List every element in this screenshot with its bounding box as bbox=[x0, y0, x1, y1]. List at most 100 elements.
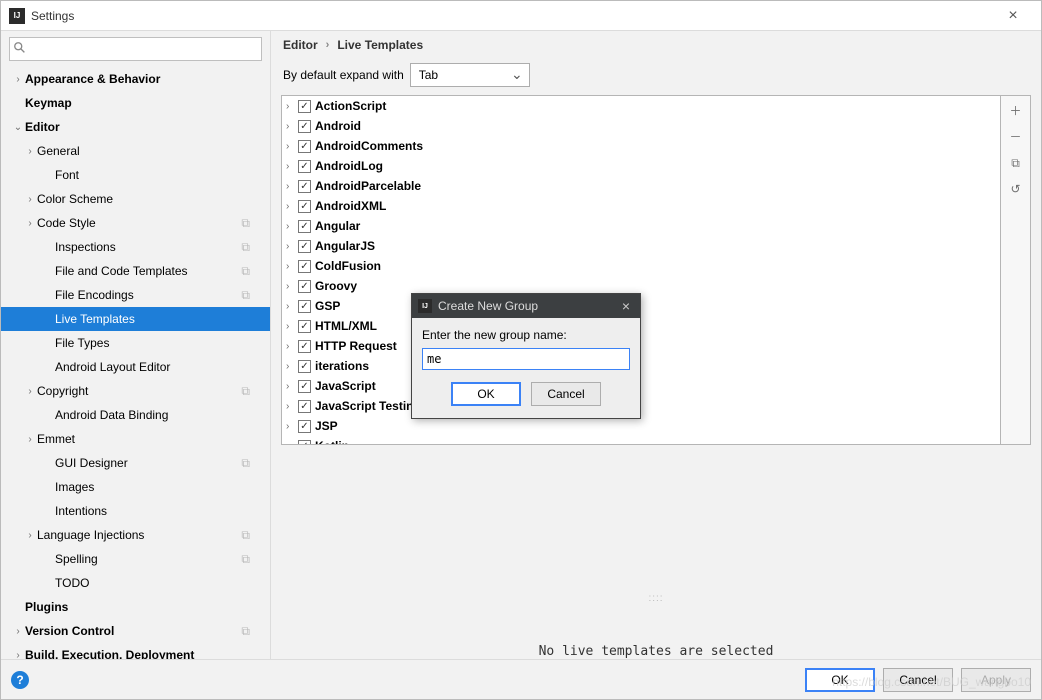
sidebar-item-label: Android Data Binding bbox=[55, 408, 168, 422]
template-group-angularjs[interactable]: ›AngularJS bbox=[282, 236, 1000, 256]
resize-grip[interactable]: :::: bbox=[271, 593, 1041, 604]
group-checkbox[interactable] bbox=[298, 280, 311, 293]
remove-button[interactable]: － bbox=[1007, 128, 1025, 146]
group-checkbox[interactable] bbox=[298, 300, 311, 313]
revert-button[interactable]: ↺ bbox=[1007, 180, 1025, 198]
expand-with-select[interactable]: Tab bbox=[410, 63, 530, 87]
template-group-javascript[interactable]: ›JavaScript bbox=[282, 376, 1000, 396]
group-checkbox[interactable] bbox=[298, 360, 311, 373]
sidebar-item-keymap[interactable]: Keymap bbox=[1, 91, 270, 115]
group-checkbox[interactable] bbox=[298, 440, 311, 446]
group-label: Angular bbox=[315, 219, 360, 233]
template-group-androidxml[interactable]: ›AndroidXML bbox=[282, 196, 1000, 216]
chevron-right-icon: › bbox=[286, 341, 298, 352]
template-group-iterations[interactable]: ›iterations bbox=[282, 356, 1000, 376]
sidebar-item-inspections[interactable]: Inspections⧉ bbox=[1, 235, 270, 259]
sidebar-item-android-data-binding[interactable]: Android Data Binding bbox=[1, 403, 270, 427]
group-checkbox[interactable] bbox=[298, 100, 311, 113]
create-group-dialog: IJ Create New Group × Enter the new grou… bbox=[411, 293, 641, 419]
group-checkbox[interactable] bbox=[298, 400, 311, 413]
breadcrumb-leaf: Live Templates bbox=[337, 38, 423, 52]
template-group-jsp[interactable]: ›JSP bbox=[282, 416, 1000, 436]
close-icon[interactable]: × bbox=[618, 298, 634, 314]
sidebar-item-plugins[interactable]: Plugins bbox=[1, 595, 270, 619]
project-scope-icon: ⧉ bbox=[241, 264, 250, 279]
template-group-angular[interactable]: ›Angular bbox=[282, 216, 1000, 236]
group-checkbox[interactable] bbox=[298, 200, 311, 213]
search-input[interactable] bbox=[9, 37, 262, 61]
chevron-right-icon: › bbox=[286, 101, 298, 112]
settings-tree[interactable]: ›Appearance & BehaviorKeymap⌄Editor›Gene… bbox=[1, 67, 270, 659]
template-group-html-xml[interactable]: ›HTML/XML bbox=[282, 316, 1000, 336]
group-checkbox[interactable] bbox=[298, 320, 311, 333]
sidebar-item-emmet[interactable]: ›Emmet bbox=[1, 427, 270, 451]
sidebar-item-build-execution-deployment[interactable]: ›Build, Execution, Deployment bbox=[1, 643, 270, 659]
group-name-input[interactable] bbox=[422, 348, 630, 370]
sidebar-item-spelling[interactable]: Spelling⧉ bbox=[1, 547, 270, 571]
sidebar-item-font[interactable]: Font bbox=[1, 163, 270, 187]
group-checkbox[interactable] bbox=[298, 180, 311, 193]
template-group-androidlog[interactable]: ›AndroidLog bbox=[282, 156, 1000, 176]
template-group-kotlin[interactable]: ›Kotlin bbox=[282, 436, 1000, 445]
template-group-http-request[interactable]: ›HTTP Request bbox=[282, 336, 1000, 356]
group-label: Android bbox=[315, 119, 361, 133]
template-tree[interactable]: ›ActionScript›Android›AndroidComments›An… bbox=[281, 95, 1001, 445]
help-button[interactable]: ? bbox=[11, 671, 29, 689]
template-group-android[interactable]: ›Android bbox=[282, 116, 1000, 136]
sidebar-item-editor[interactable]: ⌄Editor bbox=[1, 115, 270, 139]
dialog-cancel-button[interactable]: Cancel bbox=[531, 382, 601, 406]
sidebar-item-copyright[interactable]: ›Copyright⧉ bbox=[1, 379, 270, 403]
sidebar-item-live-templates[interactable]: Live Templates bbox=[1, 307, 270, 331]
group-checkbox[interactable] bbox=[298, 260, 311, 273]
sidebar-item-file-encodings[interactable]: File Encodings⧉ bbox=[1, 283, 270, 307]
sidebar-item-language-injections[interactable]: ›Language Injections⧉ bbox=[1, 523, 270, 547]
group-checkbox[interactable] bbox=[298, 220, 311, 233]
close-icon[interactable]: × bbox=[993, 7, 1033, 25]
dialog-ok-button[interactable]: OK bbox=[451, 382, 521, 406]
apply-button[interactable]: Apply bbox=[961, 668, 1031, 692]
sidebar-item-code-style[interactable]: ›Code Style⧉ bbox=[1, 211, 270, 235]
group-checkbox[interactable] bbox=[298, 120, 311, 133]
template-group-actionscript[interactable]: ›ActionScript bbox=[282, 96, 1000, 116]
sidebar-item-file-types[interactable]: File Types bbox=[1, 331, 270, 355]
dialog-titlebar[interactable]: IJ Create New Group × bbox=[412, 294, 640, 318]
add-button[interactable]: ＋ bbox=[1007, 102, 1025, 120]
sidebar-item-file-and-code-templates[interactable]: File and Code Templates⧉ bbox=[1, 259, 270, 283]
group-label: AndroidLog bbox=[315, 159, 383, 173]
chevron-right-icon: › bbox=[326, 39, 330, 51]
ok-button[interactable]: OK bbox=[805, 668, 875, 692]
template-group-groovy[interactable]: ›Groovy bbox=[282, 276, 1000, 296]
template-group-javascript-testing[interactable]: ›JavaScript Testing bbox=[282, 396, 1000, 416]
sidebar-item-android-layout-editor[interactable]: Android Layout Editor bbox=[1, 355, 270, 379]
chevron-right-icon: › bbox=[23, 530, 37, 541]
template-group-androidparcelable[interactable]: ›AndroidParcelable bbox=[282, 176, 1000, 196]
copy-button[interactable]: ⧉ bbox=[1007, 154, 1025, 172]
template-group-coldfusion[interactable]: ›ColdFusion bbox=[282, 256, 1000, 276]
chevron-right-icon: › bbox=[286, 361, 298, 372]
group-checkbox[interactable] bbox=[298, 340, 311, 353]
group-checkbox[interactable] bbox=[298, 420, 311, 433]
sidebar-item-label: Copyright bbox=[37, 384, 88, 398]
group-checkbox[interactable] bbox=[298, 380, 311, 393]
breadcrumb-root: Editor bbox=[283, 38, 318, 52]
cancel-button[interactable]: Cancel bbox=[883, 668, 953, 692]
sidebar-item-label: Appearance & Behavior bbox=[25, 72, 160, 86]
sidebar-item-label: File Encodings bbox=[55, 288, 134, 302]
sidebar-item-label: Language Injections bbox=[37, 528, 144, 542]
sidebar-item-images[interactable]: Images bbox=[1, 475, 270, 499]
sidebar-item-general[interactable]: ›General bbox=[1, 139, 270, 163]
group-checkbox[interactable] bbox=[298, 140, 311, 153]
group-checkbox[interactable] bbox=[298, 240, 311, 253]
template-group-androidcomments[interactable]: ›AndroidComments bbox=[282, 136, 1000, 156]
template-group-gsp[interactable]: ›GSP bbox=[282, 296, 1000, 316]
sidebar-item-todo[interactable]: TODO bbox=[1, 571, 270, 595]
group-checkbox[interactable] bbox=[298, 160, 311, 173]
chevron-right-icon: › bbox=[23, 146, 37, 157]
sidebar-item-gui-designer[interactable]: GUI Designer⧉ bbox=[1, 451, 270, 475]
sidebar-item-intentions[interactable]: Intentions bbox=[1, 499, 270, 523]
project-scope-icon: ⧉ bbox=[241, 456, 250, 471]
project-scope-icon: ⧉ bbox=[241, 240, 250, 255]
sidebar-item-appearance-behavior[interactable]: ›Appearance & Behavior bbox=[1, 67, 270, 91]
sidebar-item-color-scheme[interactable]: ›Color Scheme bbox=[1, 187, 270, 211]
sidebar-item-version-control[interactable]: ›Version Control⧉ bbox=[1, 619, 270, 643]
